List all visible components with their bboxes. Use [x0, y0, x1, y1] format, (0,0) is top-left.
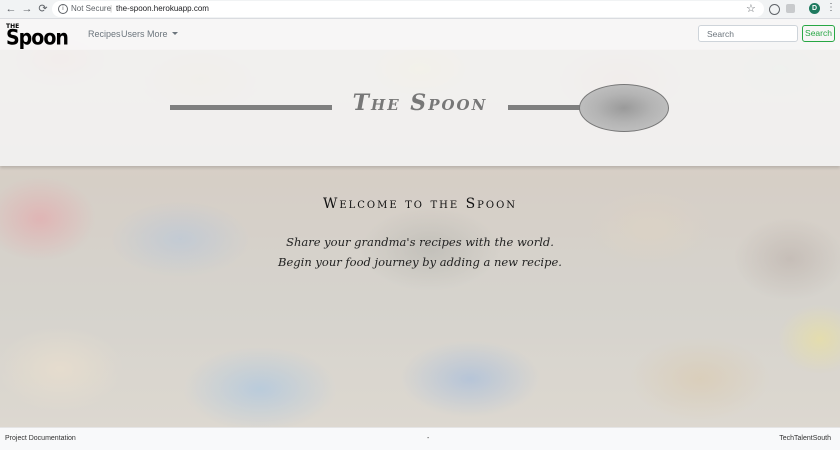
footer-separator: - [427, 435, 430, 442]
browser-toolbar: ← → ⟳ i Not Secure | the-spoon.herokuapp… [0, 0, 840, 19]
site-navbar: THE Spoon Recipes Users More Search [0, 19, 840, 50]
extension-puzzle-icon[interactable] [786, 4, 795, 13]
spoon-handle-left [170, 105, 332, 110]
url-separator: | [110, 4, 113, 13]
search-input[interactable] [698, 25, 798, 42]
footer-techtalentsouth-link[interactable]: TechTalentSouth [779, 435, 831, 442]
site-footer: Project Documentation - TechTalentSouth [0, 427, 840, 450]
brand-logo-large: Spoon [6, 25, 69, 50]
info-icon[interactable]: i [58, 4, 68, 14]
back-icon[interactable]: ← [4, 2, 18, 16]
welcome-heading: Welcome to the Spoon [322, 196, 518, 212]
forward-icon[interactable]: → [20, 2, 34, 16]
hero-title: The Spoon [352, 90, 488, 116]
tagline-line-1: Share your grandma's recipes with the wo… [286, 235, 554, 249]
caret-down-icon [171, 32, 178, 35]
nav-dropdown-more[interactable]: More [147, 29, 178, 39]
reload-icon[interactable]: ⟳ [36, 2, 50, 16]
nav-link-recipes[interactable]: Recipes [88, 29, 121, 39]
url-text[interactable]: the-spoon.herokuapp.com [116, 4, 209, 13]
nav-dropdown-more-label: More [147, 29, 168, 39]
address-bar[interactable]: i Not Secure | the-spoon.herokuapp.com [52, 1, 764, 17]
security-label: Not Secure [71, 4, 112, 13]
browser-menu-icon[interactable]: ⋮ [826, 2, 836, 13]
search-button[interactable]: Search [802, 25, 835, 42]
spoon-handle-right [508, 105, 584, 110]
bookmark-star-icon[interactable]: ☆ [746, 2, 756, 15]
extension-icon[interactable] [769, 4, 780, 15]
brand-logo[interactable]: THE Spoon [6, 23, 78, 50]
spoon-bowl-graphic [579, 84, 669, 132]
nav-link-users[interactable]: Users [121, 29, 145, 39]
tagline-line-2: Begin your food journey by adding a new … [278, 255, 562, 269]
footer-project-documentation-link[interactable]: Project Documentation [5, 435, 76, 442]
profile-avatar[interactable]: D [809, 3, 820, 14]
hero-banner: The Spoon [0, 50, 840, 166]
